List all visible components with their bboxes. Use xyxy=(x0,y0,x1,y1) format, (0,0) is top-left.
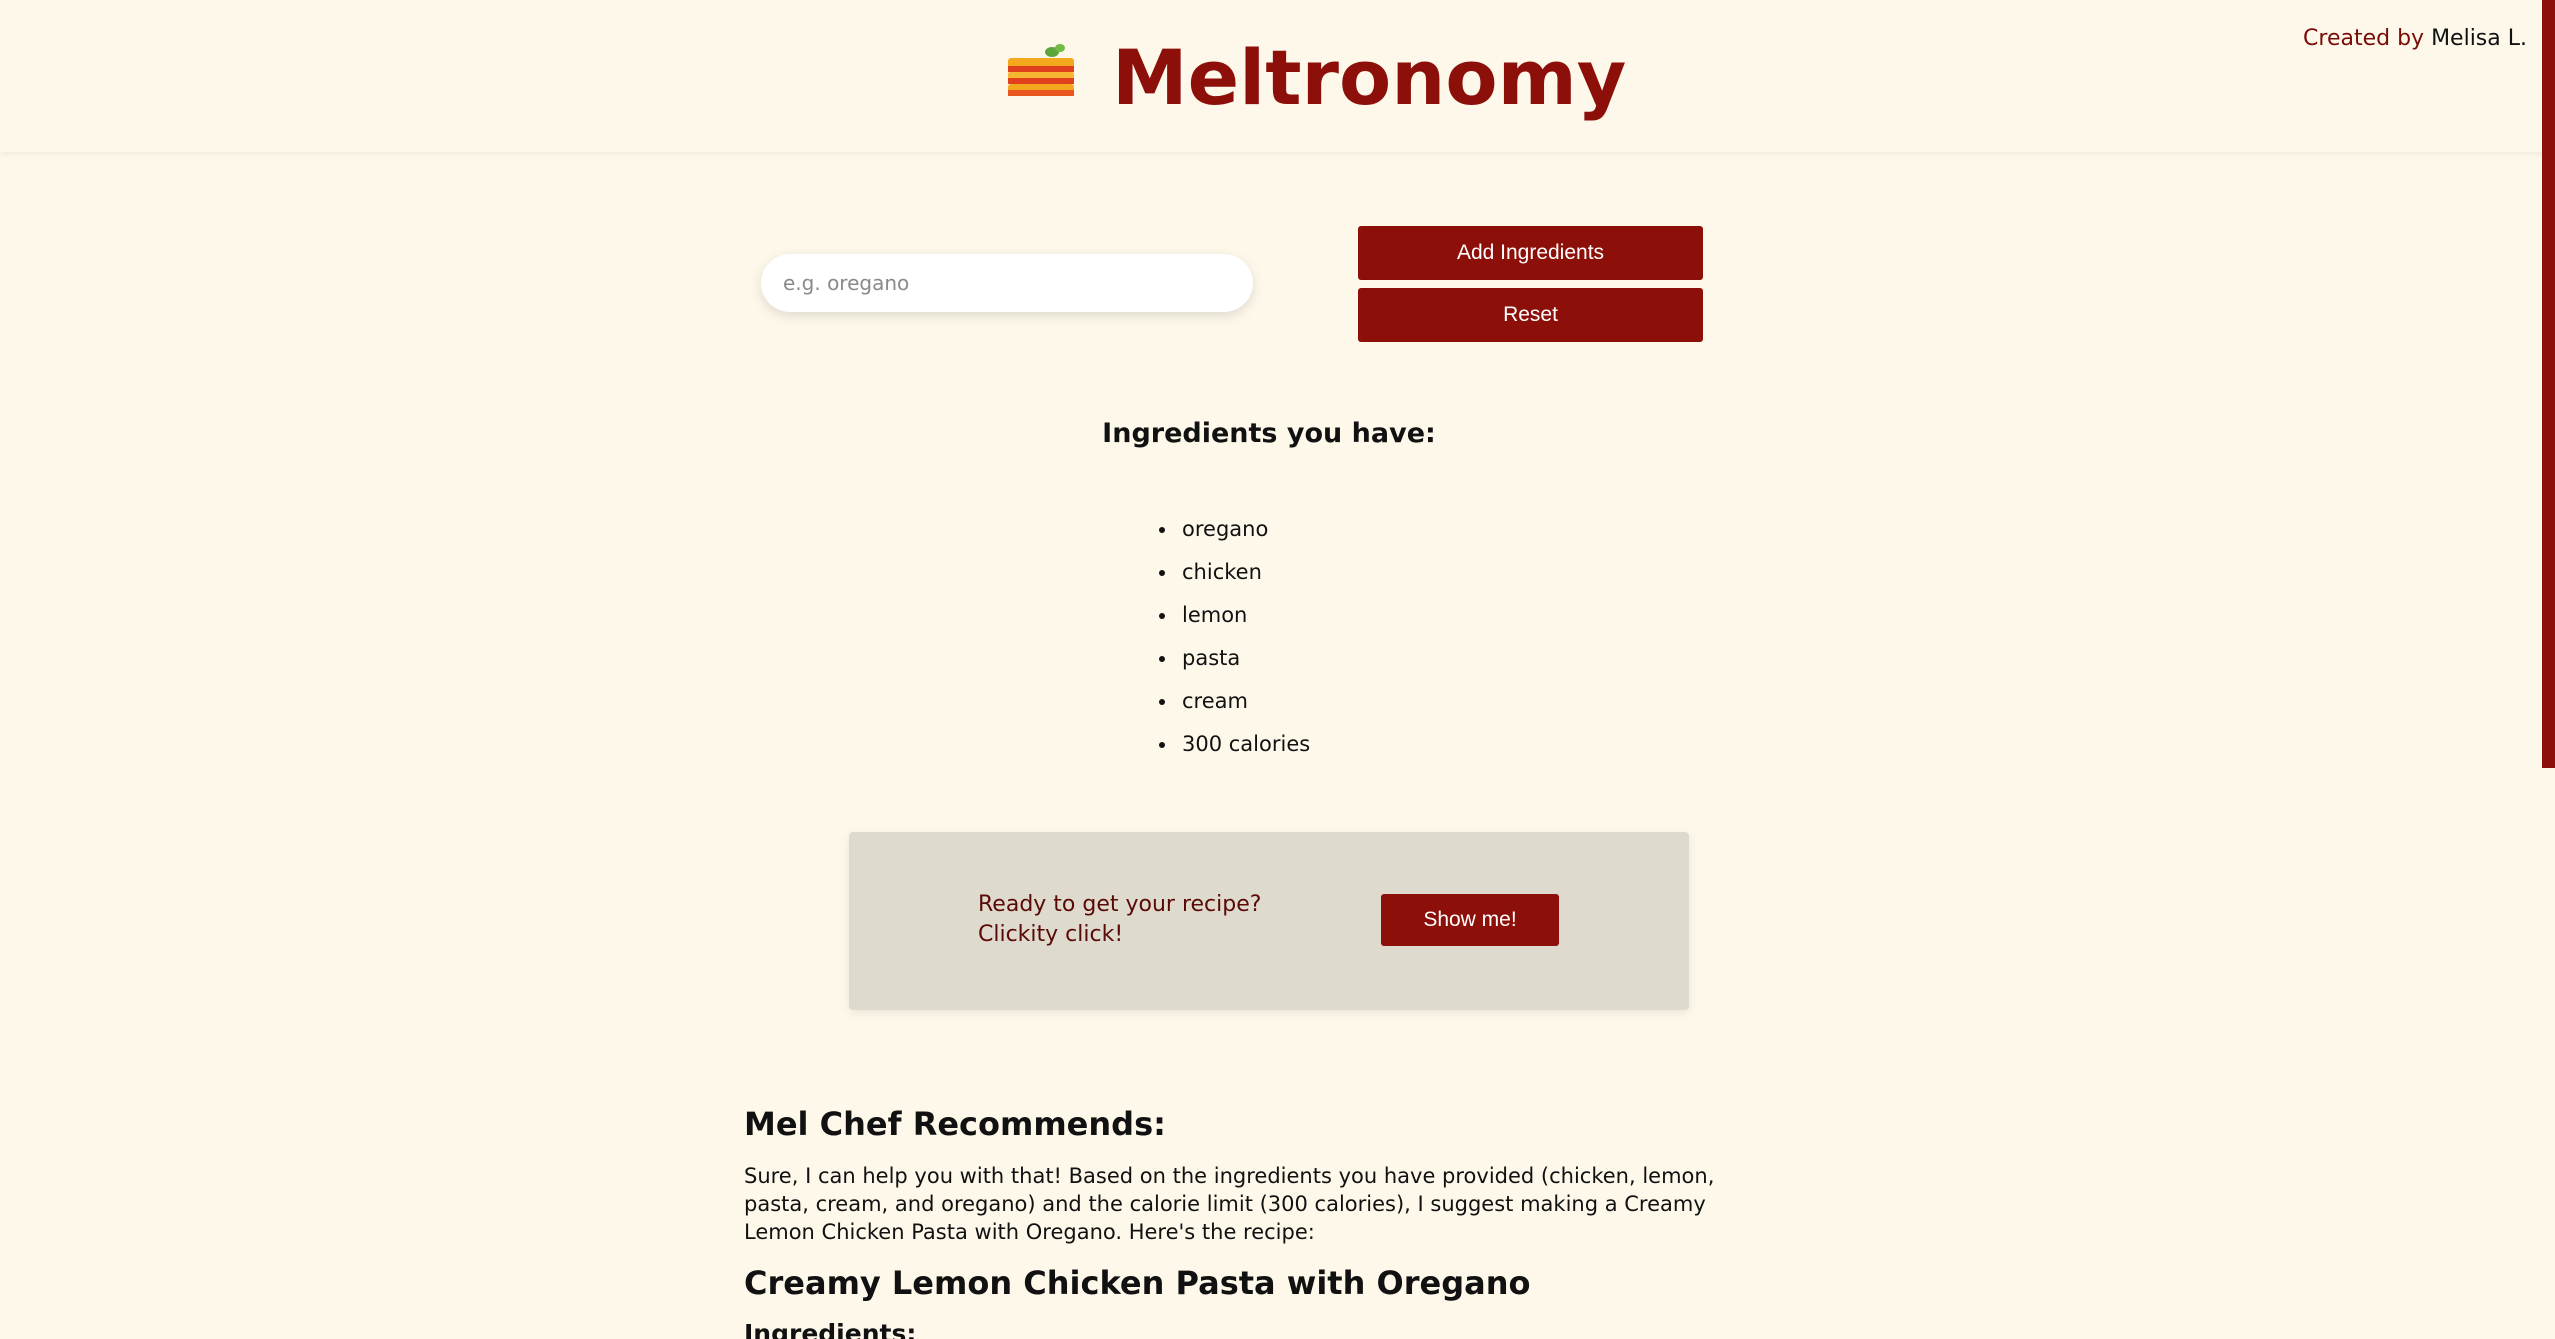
ingredient-input[interactable] xyxy=(761,254,1253,312)
add-ingredients-button[interactable]: Add Ingredients xyxy=(1358,226,1703,280)
recommendation-heading: Mel Chef Recommends: xyxy=(744,1105,1166,1143)
ingredient-item: oregano xyxy=(1178,508,1310,551)
ingredient-list: oregano chicken lemon pasta cream 300 ca… xyxy=(1148,508,1310,766)
ingredient-item: cream xyxy=(1178,680,1310,723)
recipe-ingredients-heading: Ingredients: xyxy=(744,1319,917,1339)
credit-label: Created by xyxy=(2303,26,2425,51)
ingredients-heading: Ingredients you have: xyxy=(1102,418,1436,449)
scrollbar-thumb[interactable] xyxy=(2542,0,2555,768)
reset-button[interactable]: Reset xyxy=(1358,288,1703,342)
cta-line-1: Ready to get your recipe? xyxy=(978,892,1262,917)
ingredient-item: lemon xyxy=(1178,594,1310,637)
site-header: Meltronomy Created by Melisa L. xyxy=(0,0,2555,152)
credit-author: Melisa L. xyxy=(2431,26,2527,51)
cta-text: Ready to get your recipe? Clickity click… xyxy=(978,890,1261,950)
app-root: Meltronomy Created by Melisa L. Add Ingr… xyxy=(0,0,2555,1339)
cta-line-2: Clickity click! xyxy=(978,922,1124,947)
ingredient-item: pasta xyxy=(1178,637,1310,680)
ingredient-item: chicken xyxy=(1178,551,1310,594)
recommendation-intro: Sure, I can help you with that! Based on… xyxy=(744,1164,1715,1244)
recipe-cta-panel: Ready to get your recipe? Clickity click… xyxy=(849,832,1689,1010)
ingredient-item: 300 calories xyxy=(1178,723,1310,766)
recipe-title: Creamy Lemon Chicken Pasta with Oregano xyxy=(744,1264,1531,1302)
credit: Created by Melisa L. xyxy=(2303,26,2527,51)
recommendation-section: Mel Chef Recommends: Sure, I can help yo… xyxy=(744,1100,1764,1339)
app-title: Meltronomy xyxy=(1112,33,1627,122)
show-me-button[interactable]: Show me! xyxy=(1381,894,1559,946)
lasagna-icon xyxy=(1008,44,1074,96)
